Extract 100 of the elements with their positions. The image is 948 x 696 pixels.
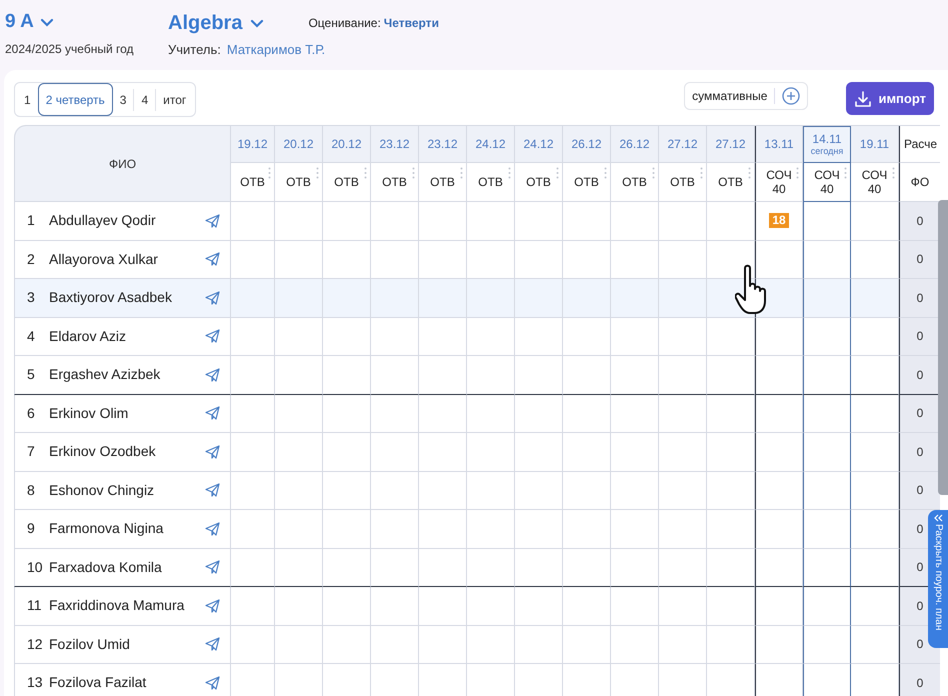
date-label[interactable]: 13.11 [764, 138, 794, 150]
scrollbar-thumb[interactable] [938, 200, 948, 495]
student-name[interactable]: Baxtiyorov Asadbek [49, 287, 205, 308]
send-icon[interactable] [205, 637, 220, 652]
student-name[interactable]: Ergashev Azizbek [49, 364, 205, 386]
student-name[interactable]: Fozilov Umid [49, 634, 205, 655]
send-icon[interactable] [205, 406, 220, 420]
date-label[interactable]: 19.11 [860, 138, 890, 150]
quarter-tab[interactable]: 1 [17, 83, 38, 116]
student-name[interactable]: Farmonova Nigina [49, 518, 205, 540]
send-icon[interactable] [205, 598, 220, 613]
calc-value: 0 [916, 482, 924, 500]
more-icon[interactable] [748, 167, 751, 179]
more-icon[interactable] [796, 167, 799, 179]
date-label[interactable]: 27.12 [715, 138, 746, 150]
chevron-down-icon [250, 18, 264, 28]
summative-button[interactable]: суммативные [684, 82, 808, 110]
date-label[interactable]: 20.12 [283, 138, 314, 150]
grading-label: Оценивание: [308, 15, 381, 32]
grade-cell[interactable] [803, 664, 851, 696]
quarter-tab[interactable]: итог [156, 83, 194, 116]
max-score-label: 40 [772, 182, 786, 196]
calc-value: 0 [916, 405, 924, 422]
date-label[interactable]: 23.12 [379, 138, 410, 150]
send-icon[interactable] [205, 214, 220, 228]
send-icon[interactable] [205, 252, 220, 266]
calc-value: 0 [916, 328, 924, 346]
date-label[interactable]: 20.12 [331, 138, 362, 150]
more-icon[interactable] [508, 167, 511, 179]
row-number: 10 [27, 558, 44, 577]
subject-selector[interactable]: Algebra [168, 10, 264, 36]
side-panel-tab[interactable]: Раскрыть поуроч. план [928, 510, 948, 648]
send-icon[interactable] [205, 560, 220, 574]
student-name[interactable]: Abdullayev Qodir [49, 210, 205, 232]
row-number: 11 [27, 596, 43, 616]
row-number: 6 [27, 404, 36, 423]
send-icon[interactable] [205, 483, 220, 498]
more-icon[interactable] [604, 167, 607, 179]
add-icon [782, 87, 800, 105]
more-icon[interactable] [364, 167, 367, 179]
calc-value: 0 [916, 212, 924, 230]
grade-type-label: ОТВ [430, 175, 455, 189]
grade-type-label: ОТВ [286, 175, 311, 189]
student-name[interactable]: Farxadova Komila [49, 556, 205, 578]
calc-value: 0 [916, 598, 924, 615]
date-label[interactable]: 26.12 [619, 138, 650, 150]
date-label[interactable]: 24.12 [523, 138, 554, 150]
calc-value: 0 [916, 251, 924, 268]
date-label[interactable]: 26.12 [571, 138, 602, 150]
student-name[interactable]: Erkinov Ozodbek [49, 441, 205, 462]
student-name[interactable]: Erkinov Olim [49, 402, 205, 424]
grade-badge: 18 [769, 213, 789, 228]
date-label[interactable]: 19.12 [237, 138, 268, 150]
more-icon[interactable] [412, 167, 415, 179]
row-number: 3 [27, 288, 36, 308]
row-number: 4 [27, 326, 36, 346]
more-icon[interactable] [316, 167, 319, 179]
send-icon[interactable] [205, 368, 220, 382]
grade-type-label: ОТВ [478, 175, 503, 189]
date-label[interactable]: 24.12 [475, 138, 506, 150]
grade-type-label: ОТВ [622, 175, 647, 189]
calc-value: 0 [916, 674, 924, 692]
download-icon [854, 90, 872, 108]
school-year: 2024/2025 учебный год [5, 41, 135, 58]
send-icon[interactable] [205, 444, 220, 459]
today-label: сегодня [810, 146, 844, 156]
more-icon[interactable] [556, 167, 559, 179]
quarter-tab[interactable]: 4 [134, 83, 156, 116]
quarter-tab[interactable]: 2 четверть [38, 83, 113, 116]
send-icon[interactable] [205, 329, 220, 344]
student-name[interactable]: Allayorova Xulkar [49, 248, 205, 270]
more-icon[interactable] [652, 167, 655, 179]
class-selector[interactable]: 9 A [5, 10, 168, 34]
student-name[interactable]: Eshonov Chingiz [49, 480, 205, 501]
student-name[interactable]: Fozilova Fazilat [49, 672, 205, 694]
student-name[interactable]: Eldarov Aziz [49, 326, 205, 347]
calc-value: 0 [916, 290, 924, 307]
quarter-tab[interactable]: 3 [112, 83, 134, 116]
more-icon[interactable] [892, 167, 895, 179]
grade-type-label: ОТВ [382, 175, 407, 189]
row-number: 7 [27, 442, 36, 462]
teacher-name[interactable]: Маткаримов Т.Р. [226, 40, 326, 60]
date-label[interactable]: 23.12 [427, 138, 458, 150]
send-icon[interactable] [205, 676, 220, 690]
more-icon[interactable] [844, 167, 847, 179]
more-icon[interactable] [268, 167, 271, 179]
more-icon[interactable] [460, 167, 463, 179]
column-header: Расче [904, 136, 938, 153]
date-label[interactable]: 27.12 [667, 138, 698, 150]
more-icon[interactable] [700, 167, 703, 179]
send-icon[interactable] [205, 522, 220, 536]
grading-value[interactable]: Четверти [384, 14, 439, 32]
student-name[interactable]: Faxriddinova Mamura [49, 595, 205, 616]
date-label[interactable]: 14.11 [812, 133, 842, 146]
row-number: 8 [27, 480, 36, 500]
import-button[interactable]: импорт [846, 82, 934, 115]
grade-type-label: ОТВ [240, 175, 265, 189]
send-icon[interactable] [205, 290, 220, 305]
calc-value: 0 [916, 559, 924, 576]
grade-type-label: СОЧ [862, 168, 888, 182]
